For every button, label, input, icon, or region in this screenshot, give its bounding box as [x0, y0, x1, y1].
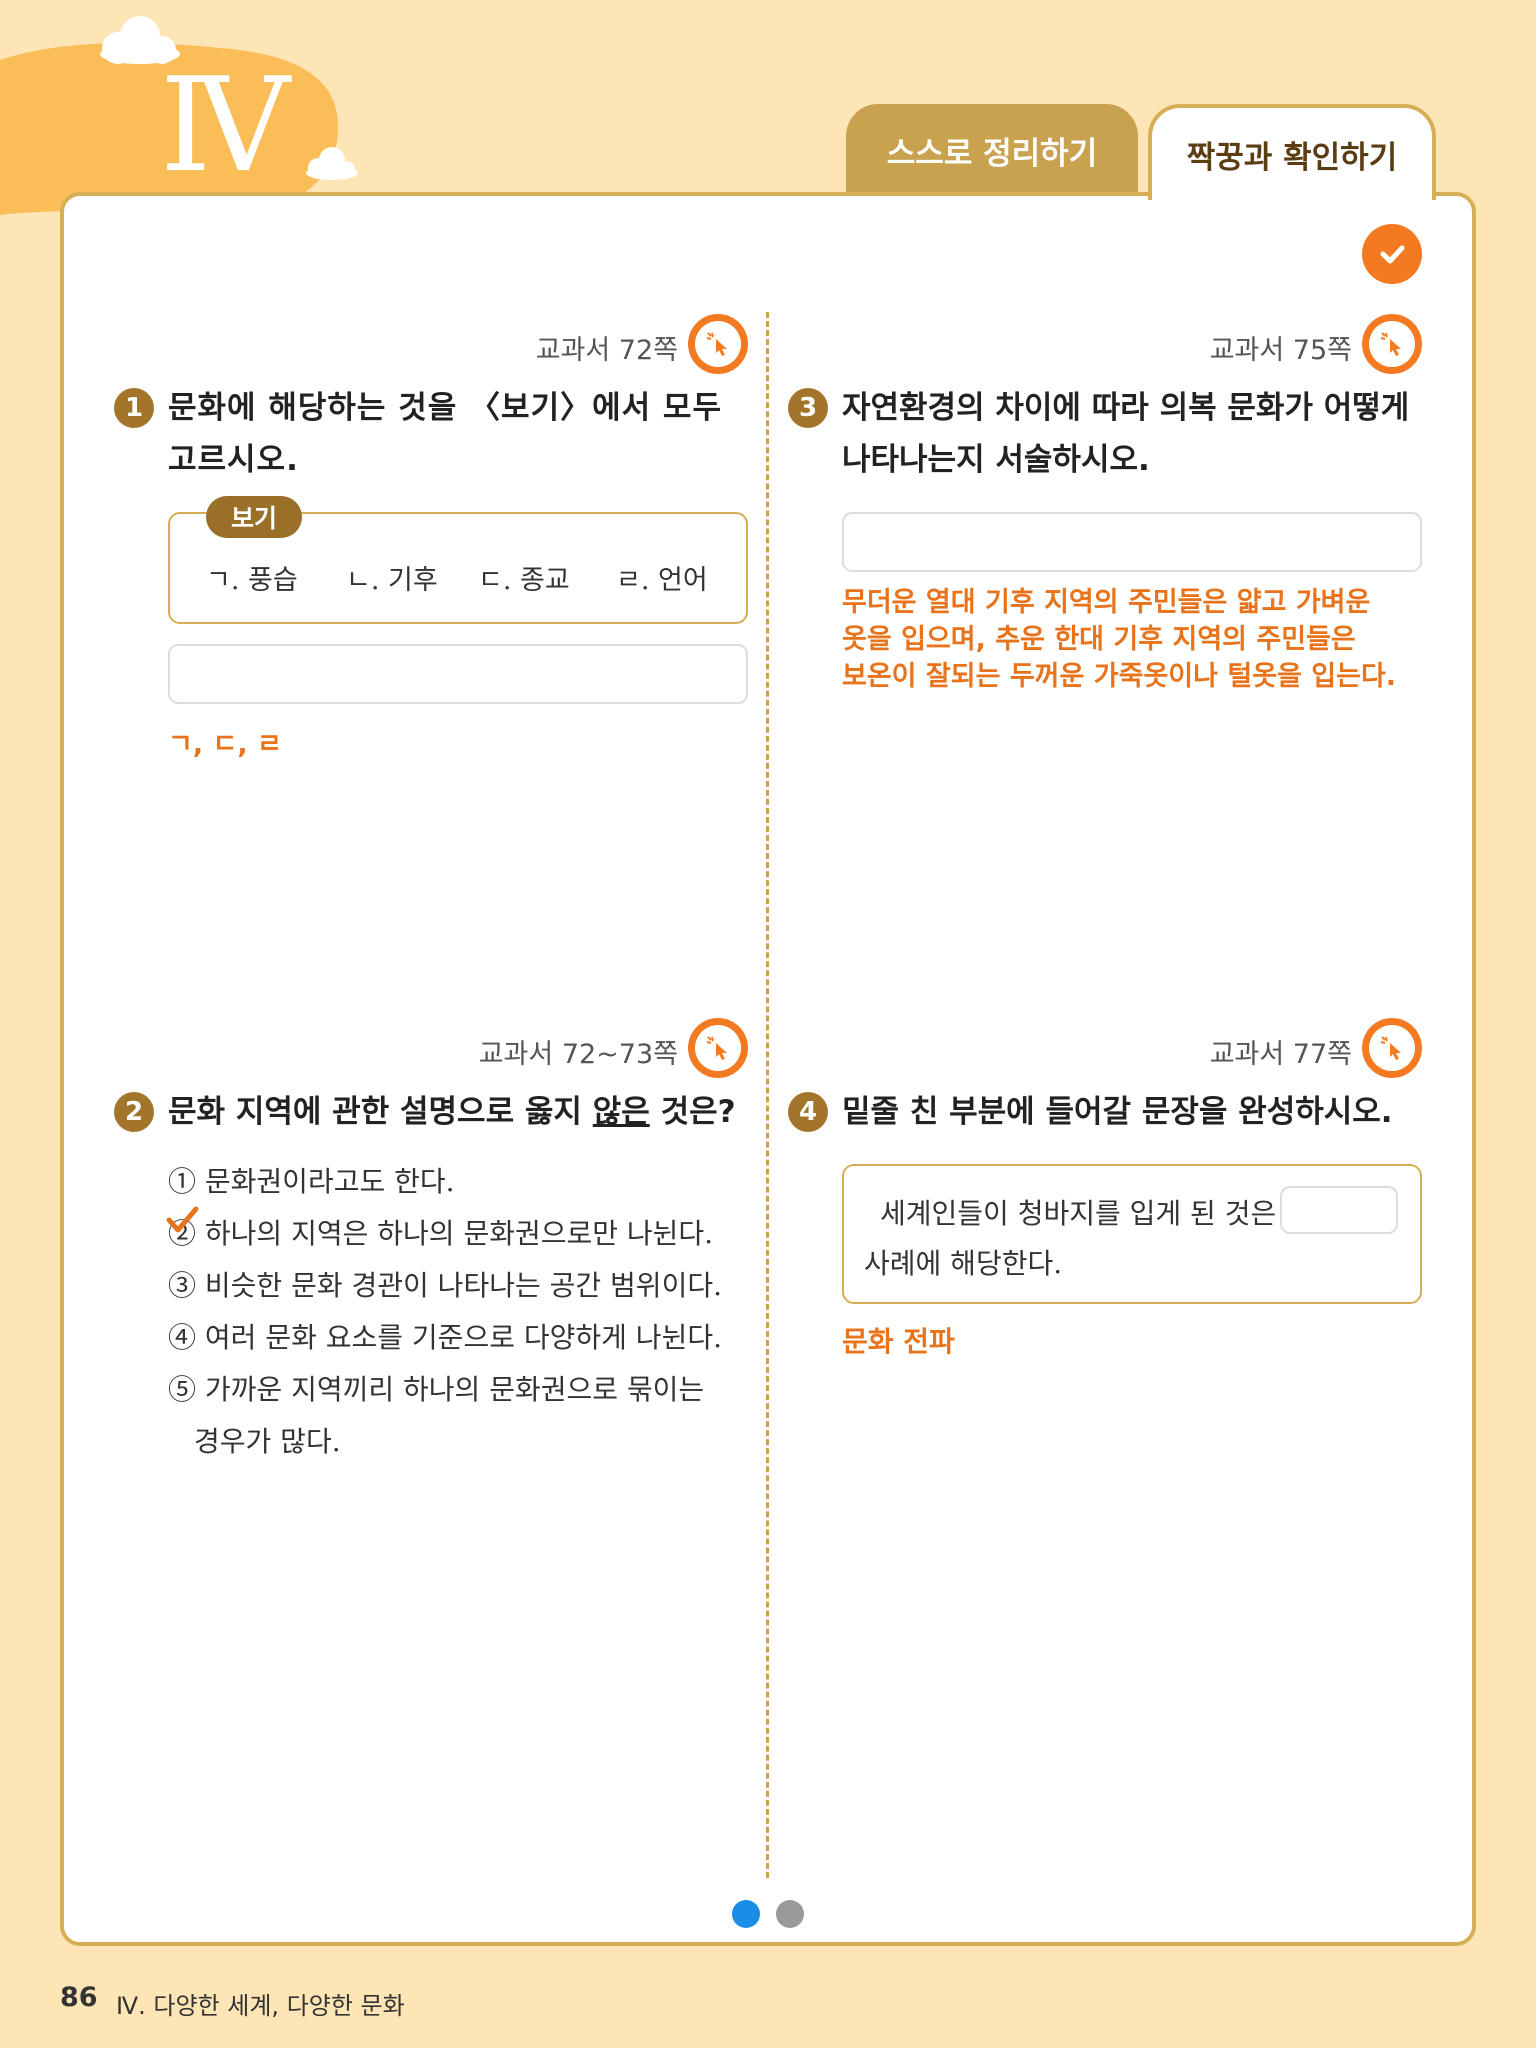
chapter-title: Ⅳ. 다양한 세계, 다양한 문화: [116, 1992, 405, 2020]
question-text: 문화에 해당하는 것을 〈보기〉에서 모두 고르시오.: [168, 390, 722, 478]
question-number: 3: [788, 388, 828, 428]
unit-numeral: Ⅳ: [160, 49, 290, 201]
tab-self-review[interactable]: 스스로 정리하기: [846, 104, 1138, 196]
sentence-box: [842, 1164, 1422, 1304]
page-dot[interactable]: [776, 1900, 804, 1928]
pointer-icon[interactable]: [1362, 1018, 1422, 1078]
question-text: 밑줄 친 부분에 들어갈 문장을 완성하시오.: [842, 1094, 1393, 1130]
example-item: ㄹ. 언어: [616, 565, 708, 596]
option-5[interactable]: ⑤ 가까운 지역끼리 하나의 문화권으로 묶이는: [168, 1368, 704, 1408]
sentence-text: 세계인들이 청바지를 입게 된 것은: [880, 1197, 1277, 1230]
tab-partner-check[interactable]: 짝꿍과 확인하기: [1148, 104, 1436, 200]
example-tag: 보기: [206, 496, 302, 538]
example-item: ㄴ. 기후: [346, 565, 438, 596]
question-number: 1: [114, 388, 154, 428]
pointer-icon[interactable]: [1362, 314, 1422, 374]
answer-input[interactable]: [842, 512, 1422, 572]
pointer-icon[interactable]: [688, 314, 748, 374]
question-number: 2: [114, 1092, 154, 1132]
blank-input[interactable]: [1280, 1186, 1398, 1234]
textbook-ref: 교과서 75쪽: [1209, 335, 1352, 366]
answer-text: 무더운 열대 기후 지역의 주민들은 얇고 가벼운 옷을 입으며, 추운 한대 …: [842, 587, 1397, 692]
option-1[interactable]: ① 문화권이라고도 한다.: [168, 1160, 455, 1200]
page-dot-active[interactable]: [732, 1900, 760, 1928]
example-item: ㄱ. 풍습: [206, 565, 298, 596]
option-5-continued: 경우가 많다.: [194, 1425, 341, 1458]
option-3[interactable]: ③ 비슷한 문화 경관이 나타나는 공간 범위이다.: [168, 1264, 722, 1304]
question-number: 4: [788, 1092, 828, 1132]
sentence-text: 사례에 해당한다.: [864, 1247, 1063, 1280]
pointer-icon[interactable]: [688, 1018, 748, 1078]
page-number: 86: [60, 1982, 98, 2013]
check-button[interactable]: [1362, 224, 1422, 284]
textbook-ref: 교과서 72~73쪽: [478, 1039, 678, 1070]
example-item: ㄷ. 종교: [478, 565, 570, 596]
checkmark-icon: [166, 1206, 199, 1233]
checkmark-icon: [1380, 245, 1405, 264]
question-text: 문화 지역에 관한 설명으로 옳지 않은 것은?: [168, 1094, 736, 1130]
option-4[interactable]: ④ 여러 문화 요소를 기준으로 다양하게 나뉜다.: [168, 1316, 722, 1356]
option-2[interactable]: ② 하나의 지역은 하나의 문화권으로만 나뉜다.: [168, 1212, 713, 1252]
answer-text: ㄱ, ㄷ, ㄹ: [168, 729, 282, 760]
answer-input[interactable]: [168, 644, 748, 704]
question-text: 자연환경의 차이에 따라 의복 문화가 어떻게 나타나는지 서술하시오.: [842, 390, 1410, 478]
answer-text: 문화 전파: [842, 1325, 955, 1358]
textbook-ref: 교과서 77쪽: [1209, 1039, 1352, 1070]
textbook-ref: 교과서 72쪽: [535, 335, 678, 366]
